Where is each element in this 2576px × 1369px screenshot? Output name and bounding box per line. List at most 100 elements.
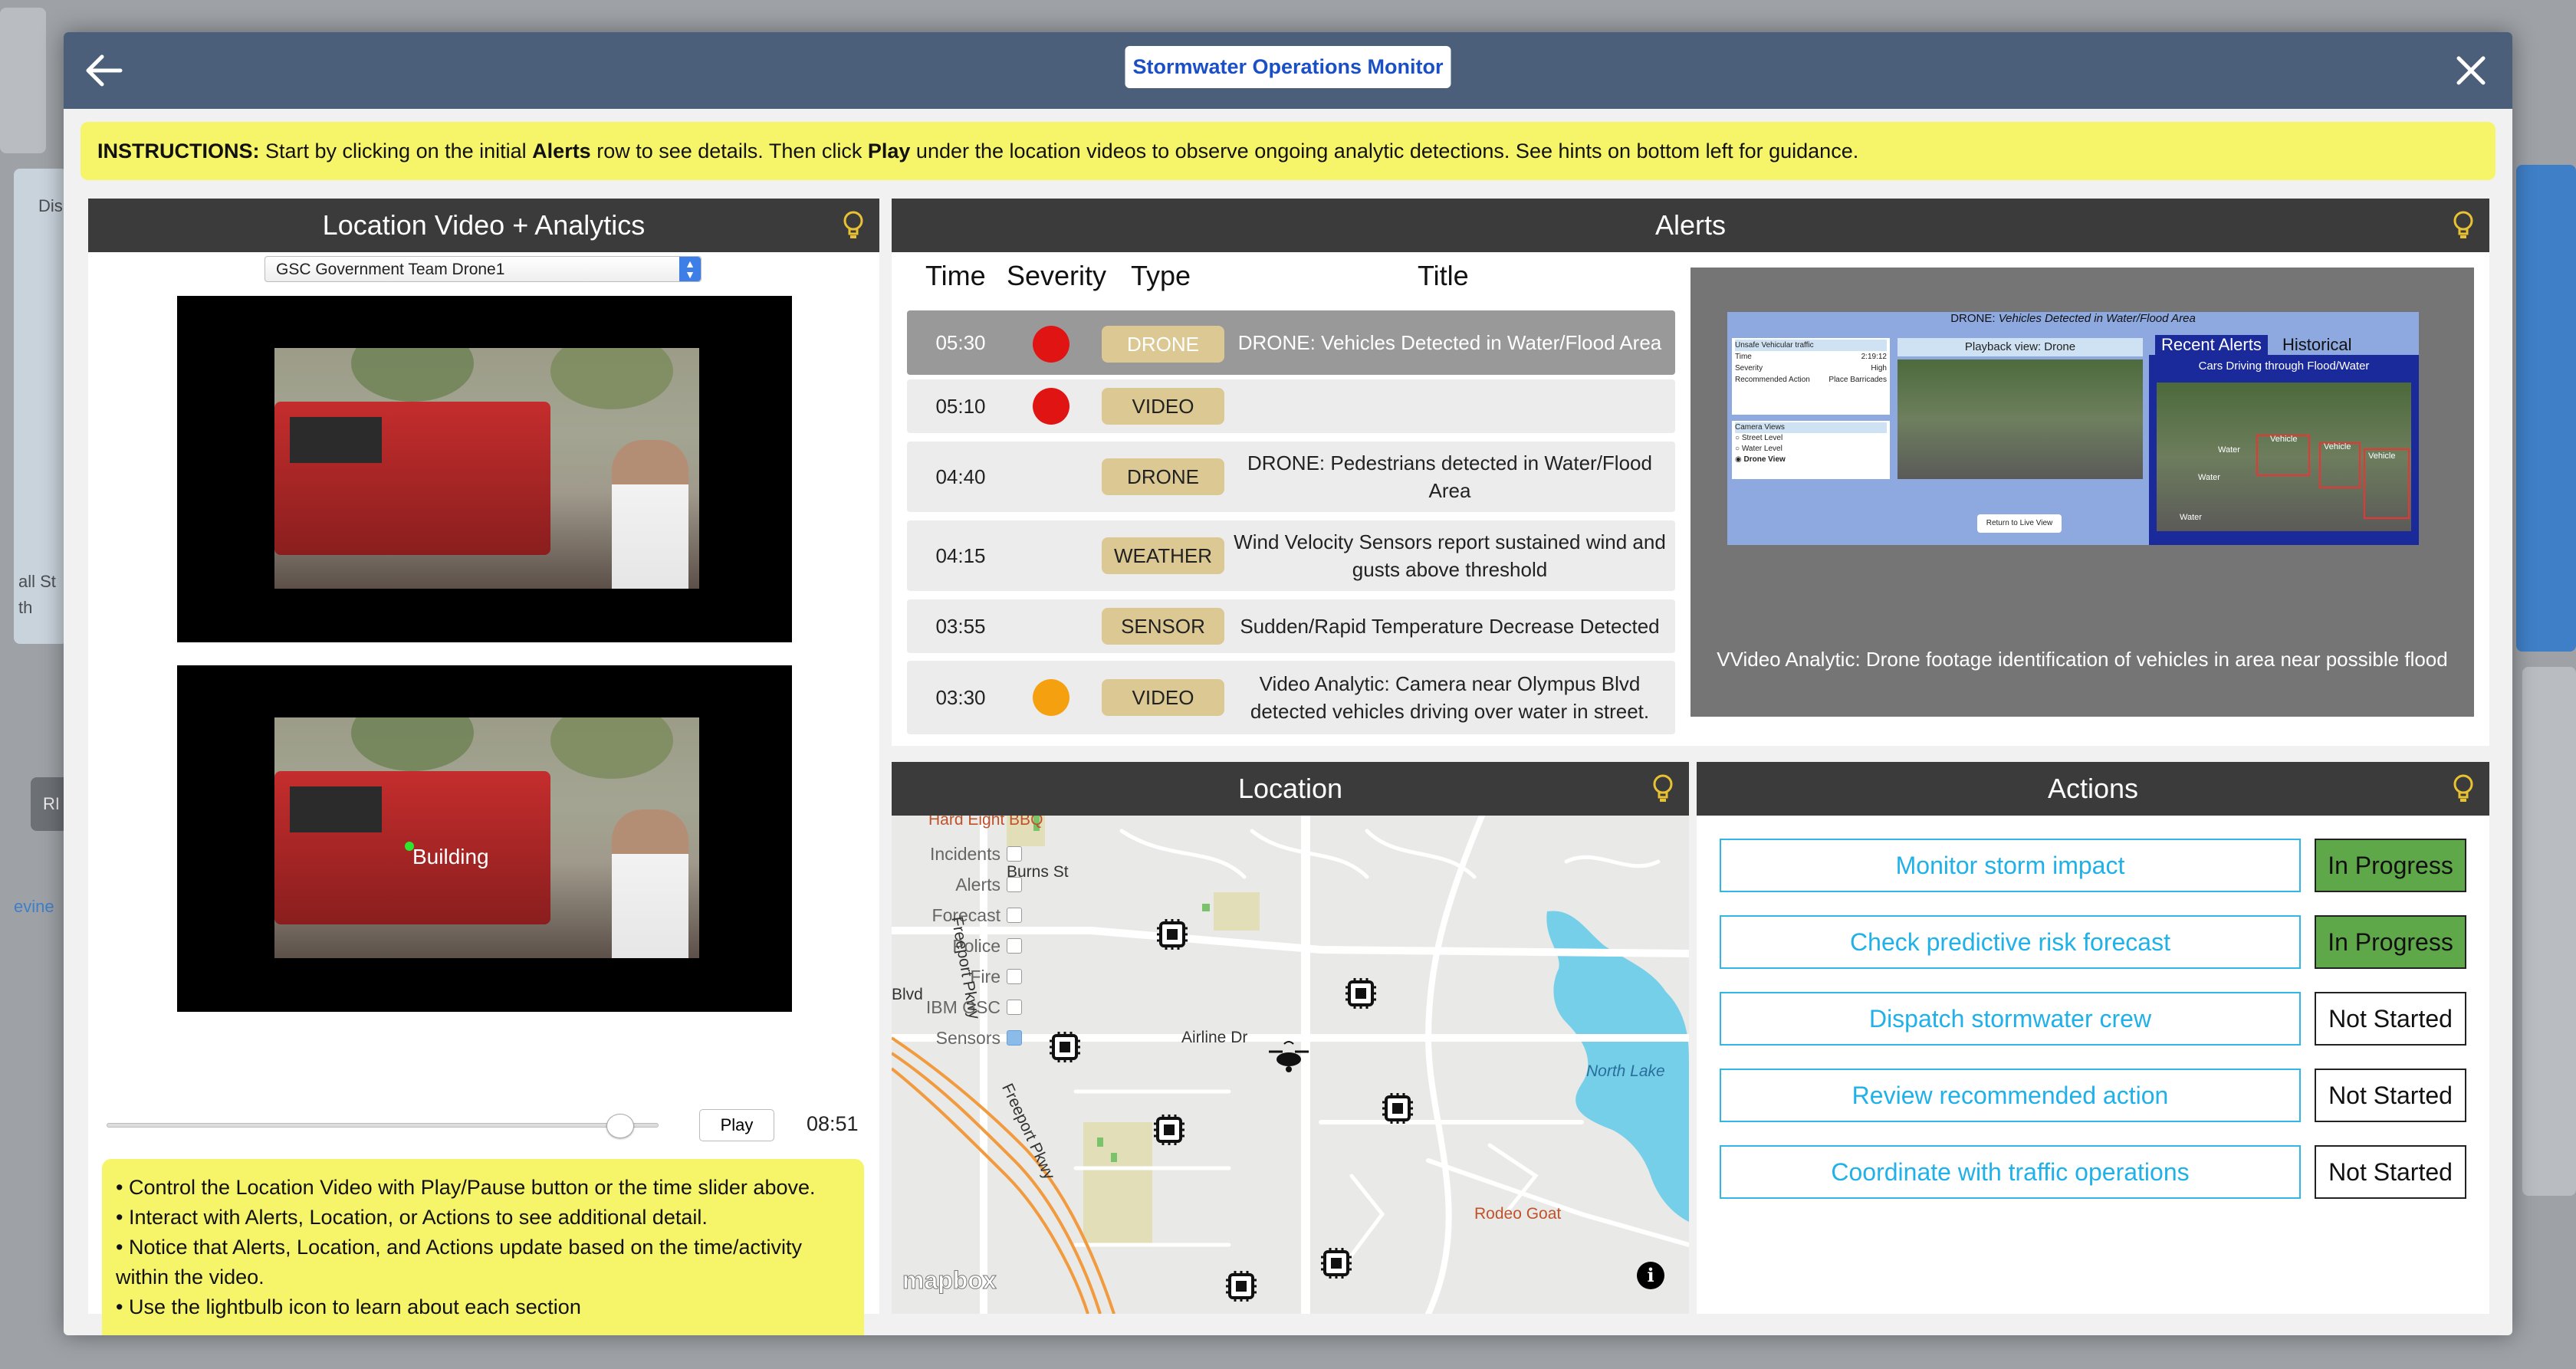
severity-indicator [1033,615,1070,652]
actions-panel: Actions Monitor storm impact In Progress… [1697,762,2489,1314]
instructions-text: under the location videos to observe ong… [910,139,1859,163]
action-row: Monitor storm impact In Progress [1720,839,2466,892]
alert-row[interactable]: 03:30 VIDEO Video Analytic: Camera near … [907,661,1675,734]
severity-indicator [1033,388,1070,425]
video-panel: Location Video + Analytics GSC Governmen… [88,199,879,1335]
play-button[interactable]: Play [699,1109,774,1141]
recent-alert-caption: Cars Driving through Flood/Water [2198,359,2370,373]
video-time-readout: 08:51 [807,1112,859,1135]
action-status: Not Started [2315,1145,2466,1199]
action-check-forecast-button[interactable]: Check predictive risk forecast [1720,915,2301,969]
action-dispatch-crew-button[interactable]: Dispatch stormwater crew [1720,992,2301,1046]
video-panel-header: Location Video + Analytics [88,199,879,252]
water-detection-label: Water [2218,445,2240,455]
vehicle-detection-box: Vehicle [2256,435,2310,476]
lightbulb-icon[interactable] [2453,211,2474,241]
detail-info-heading: Unsafe Vehicular traffic [1735,340,1887,351]
camera-view-option: ○ Street Level [1735,434,1783,442]
detail-info-value: 2:19:12 [1861,353,1887,361]
action-status: Not Started [2315,992,2466,1046]
severity-indicator [1033,326,1070,363]
action-status: In Progress [2315,915,2466,969]
return-to-live-button: Return to Live View [1977,514,2062,533]
background-blue-card [2516,165,2576,652]
alert-type-badge: WEATHER [1102,537,1224,574]
action-monitor-storm-button[interactable]: Monitor storm impact [1720,839,2301,892]
video-player-analytics[interactable]: Building [177,665,792,1012]
alert-row[interactable]: 05:30 DRONE DRONE: Vehicles Detected in … [907,310,1675,375]
background-text: RI [43,794,60,813]
video-source-value: GSC Government Team Drone1 [276,261,505,278]
action-row: Check predictive risk forecast In Progre… [1720,915,2466,969]
alert-row[interactable]: 04:40 DRONE DRONE: Pedestrians detected … [907,442,1675,512]
alert-row[interactable]: 05:10 VIDEO [907,379,1675,433]
tree-shape [550,717,673,779]
vehicle-detection-box: Vehicle [2364,448,2410,519]
action-status: In Progress [2315,839,2466,892]
lightbulb-icon[interactable] [2453,774,2474,805]
person-shape [612,440,688,589]
background-card [0,8,46,153]
video-player-top[interactable] [177,296,792,642]
fire-truck-shape [274,402,550,555]
lightbulb-icon[interactable] [1652,774,1674,805]
back-arrow-icon[interactable] [80,46,130,95]
sensor-markers [1048,918,1414,1303]
water-detection-label: Water [2198,473,2220,482]
hint-item: • Interact with Alerts, Location, or Act… [116,1206,708,1229]
location-panel-title: Location [1237,773,1343,804]
detail-info-row: Time 2:19:12 [1735,351,1887,363]
detail-shot-header: DRONE: Vehicles Detected in Water/Flood … [1727,312,2419,329]
location-map[interactable]: Incidents Alerts Forecast Police Fire IB… [892,816,1689,1314]
sensor-chip-icon [1152,1113,1186,1147]
video-source-select[interactable]: GSC Government Team Drone1 ▲ ▼ [264,256,702,282]
alert-time: 03:55 [935,614,986,638]
alert-type-badge: DRONE [1102,326,1224,363]
alert-title: DRONE: Vehicles Detected in Water/Flood … [1237,331,1662,354]
alert-detail-panel: DRONE: Vehicles Detected in Water/Flood … [1691,268,2474,717]
detail-info-card: Unsafe Vehicular traffic Time 2:19:12 Se… [1732,338,1890,415]
detail-shot-header-title: Vehicles Detected in Water/Flood Area [1998,312,2196,325]
video-time-slider-thumb[interactable] [606,1114,634,1138]
close-icon[interactable] [2446,46,2496,95]
lightbulb-icon[interactable] [843,211,864,241]
tree-shape [351,348,474,402]
map-info-icon[interactable]: i [1637,1262,1664,1289]
detail-camera-views-card: Camera Views ○ Street Level ○ Water Leve… [1732,421,1890,479]
sensor-chip-icon [1155,918,1189,951]
instructions-text: Start by clicking on the initial [259,139,533,163]
person-shape [612,809,688,958]
video-time-slider[interactable] [107,1123,659,1128]
mapbox-logo: mapbox [902,1266,997,1295]
background-card [2522,667,2576,1196]
location-panel: Location Incidents Alerts Forecast Polic… [892,762,1689,1314]
column-header-severity: Severity [1007,260,1107,291]
water-detection-label: Water [2180,513,2202,522]
tree-shape [550,348,673,409]
alert-type-badge: SENSOR [1102,608,1224,645]
alert-title: Wind Velocity Sensors report sustained w… [1234,530,1666,581]
detail-recent-alerts: Recent Alerts Historical Cars Driving th… [2149,333,2419,545]
alert-type-badge: VIDEO [1102,388,1224,425]
hints-box: • Control the Location Video with Play/P… [102,1159,864,1335]
background-text: all St [18,572,56,591]
sensor-chip-icon [1319,1246,1353,1280]
camera-views-heading: Camera Views [1735,422,1887,433]
camera-view-option: ○ Water Level [1735,445,1783,453]
action-row: Coordinate with traffic operations Not S… [1720,1145,2466,1199]
detection-label: Building [412,845,489,868]
alert-row[interactable]: 04:15 WEATHER Wind Velocity Sensors repo… [907,520,1675,591]
action-row: Dispatch stormwater crew Not Started [1720,992,2466,1046]
alert-row[interactable]: 03:55 SENSOR Sudden/Rapid Temperature De… [907,599,1675,653]
severity-indicator [1033,536,1070,573]
detail-playback-label: Playback view: Drone [1898,338,2143,356]
background-text: Dis [38,196,63,215]
actions-panel-header: Actions [1697,762,2489,816]
action-review-recommended-button[interactable]: Review recommended action [1720,1069,2301,1122]
alert-time: 05:30 [935,330,986,354]
action-coordinate-traffic-button[interactable]: Coordinate with traffic operations [1720,1145,2301,1199]
detail-info-key: Recommended Action [1735,376,1810,384]
detail-playback-image [1898,359,2143,479]
camera-view-option: ◉ Drone View [1735,455,1786,464]
detail-info-key: Time [1735,353,1752,361]
